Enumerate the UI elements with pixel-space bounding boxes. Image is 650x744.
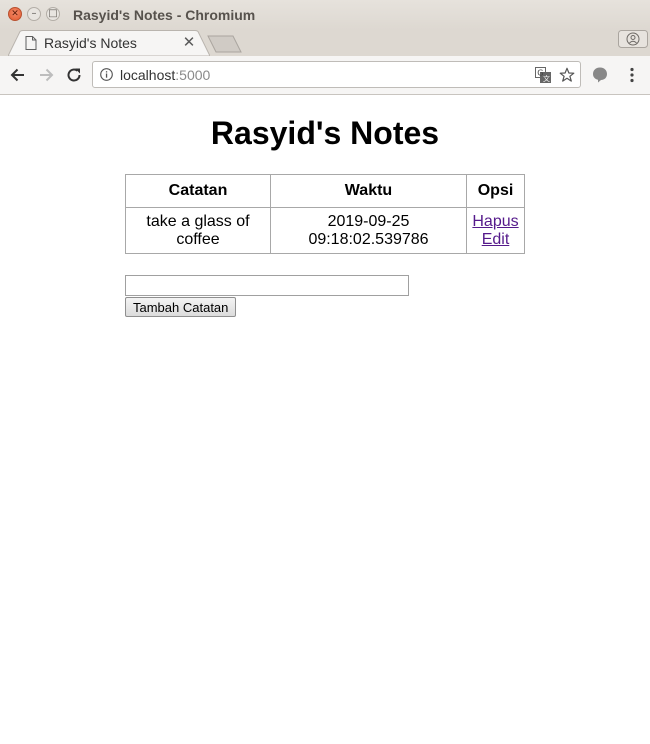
title-bar: ✕ – □ Rasyid's Notes - Chromium xyxy=(0,0,650,30)
svg-text:文: 文 xyxy=(543,74,550,83)
table-header-row: Catatan Waktu Opsi xyxy=(125,174,525,208)
column-header-waktu: Waktu xyxy=(270,174,467,208)
page-content: Rasyid's Notes Catatan Waktu Opsi take a… xyxy=(0,95,650,744)
extension-icon[interactable] xyxy=(590,65,610,85)
profile-icon[interactable] xyxy=(618,30,648,48)
page-icon xyxy=(25,36,37,50)
time-clock: 09:18:02.539786 xyxy=(308,230,429,248)
back-arrow-icon[interactable] xyxy=(8,65,28,85)
options-cell: Hapus Edit xyxy=(466,207,525,254)
browser-window: ✕ – □ Rasyid's Notes - Chromium Rasyid's… xyxy=(0,0,650,744)
time-date: 2019-09-25 xyxy=(327,212,410,230)
tab-rasyids-notes[interactable]: Rasyid's Notes ✕ xyxy=(8,30,210,56)
time-cell: 2019-09-25 09:18:02.539786 xyxy=(270,207,467,254)
close-icon: ✕ xyxy=(11,9,19,19)
window-maximize-button[interactable]: □ xyxy=(46,7,60,21)
forward-arrow-icon[interactable] xyxy=(36,65,56,85)
reload-icon[interactable] xyxy=(64,65,84,85)
tab-strip: Rasyid's Notes ✕ xyxy=(0,30,650,56)
url-host: localhost xyxy=(120,67,176,83)
window-title: Rasyid's Notes - Chromium xyxy=(73,7,256,23)
url-text[interactable]: localhost:5000 xyxy=(120,67,210,83)
menu-icon[interactable] xyxy=(622,65,642,85)
tab-title: Rasyid's Notes xyxy=(44,35,137,51)
add-note-button[interactable]: Tambah Catatan xyxy=(125,297,237,317)
star-icon[interactable] xyxy=(559,67,575,83)
address-bar[interactable]: localhost:5000 G 文 xyxy=(92,61,581,88)
note-cell: take a glass of coffee xyxy=(125,207,271,254)
page-title: Rasyid's Notes xyxy=(210,115,440,151)
maximize-icon: □ xyxy=(48,8,58,19)
notes-table: Catatan Waktu Opsi take a glass of coffe… xyxy=(125,174,525,254)
note-text-line1: take a glass of xyxy=(146,212,250,230)
edit-link[interactable]: Edit xyxy=(471,231,520,249)
note-input[interactable] xyxy=(125,275,409,296)
delete-link[interactable]: Hapus xyxy=(471,213,520,231)
tab-close-button[interactable]: ✕ xyxy=(182,34,196,50)
window-close-button[interactable]: ✕ xyxy=(8,7,22,21)
translate-icon[interactable]: G 文 xyxy=(535,67,551,83)
table-row: take a glass of coffee 2019-09-25 09:18:… xyxy=(125,207,525,254)
new-tab-button[interactable] xyxy=(207,35,243,53)
column-header-opsi: Opsi xyxy=(466,174,525,208)
note-text-line2: coffee xyxy=(176,230,220,248)
minimize-icon: – xyxy=(31,8,37,19)
column-header-catatan: Catatan xyxy=(125,174,271,208)
browser-toolbar: localhost:5000 G 文 xyxy=(0,56,650,95)
window-minimize-button[interactable]: – xyxy=(27,7,41,21)
url-port: :5000 xyxy=(175,67,211,83)
info-icon[interactable] xyxy=(100,68,113,81)
